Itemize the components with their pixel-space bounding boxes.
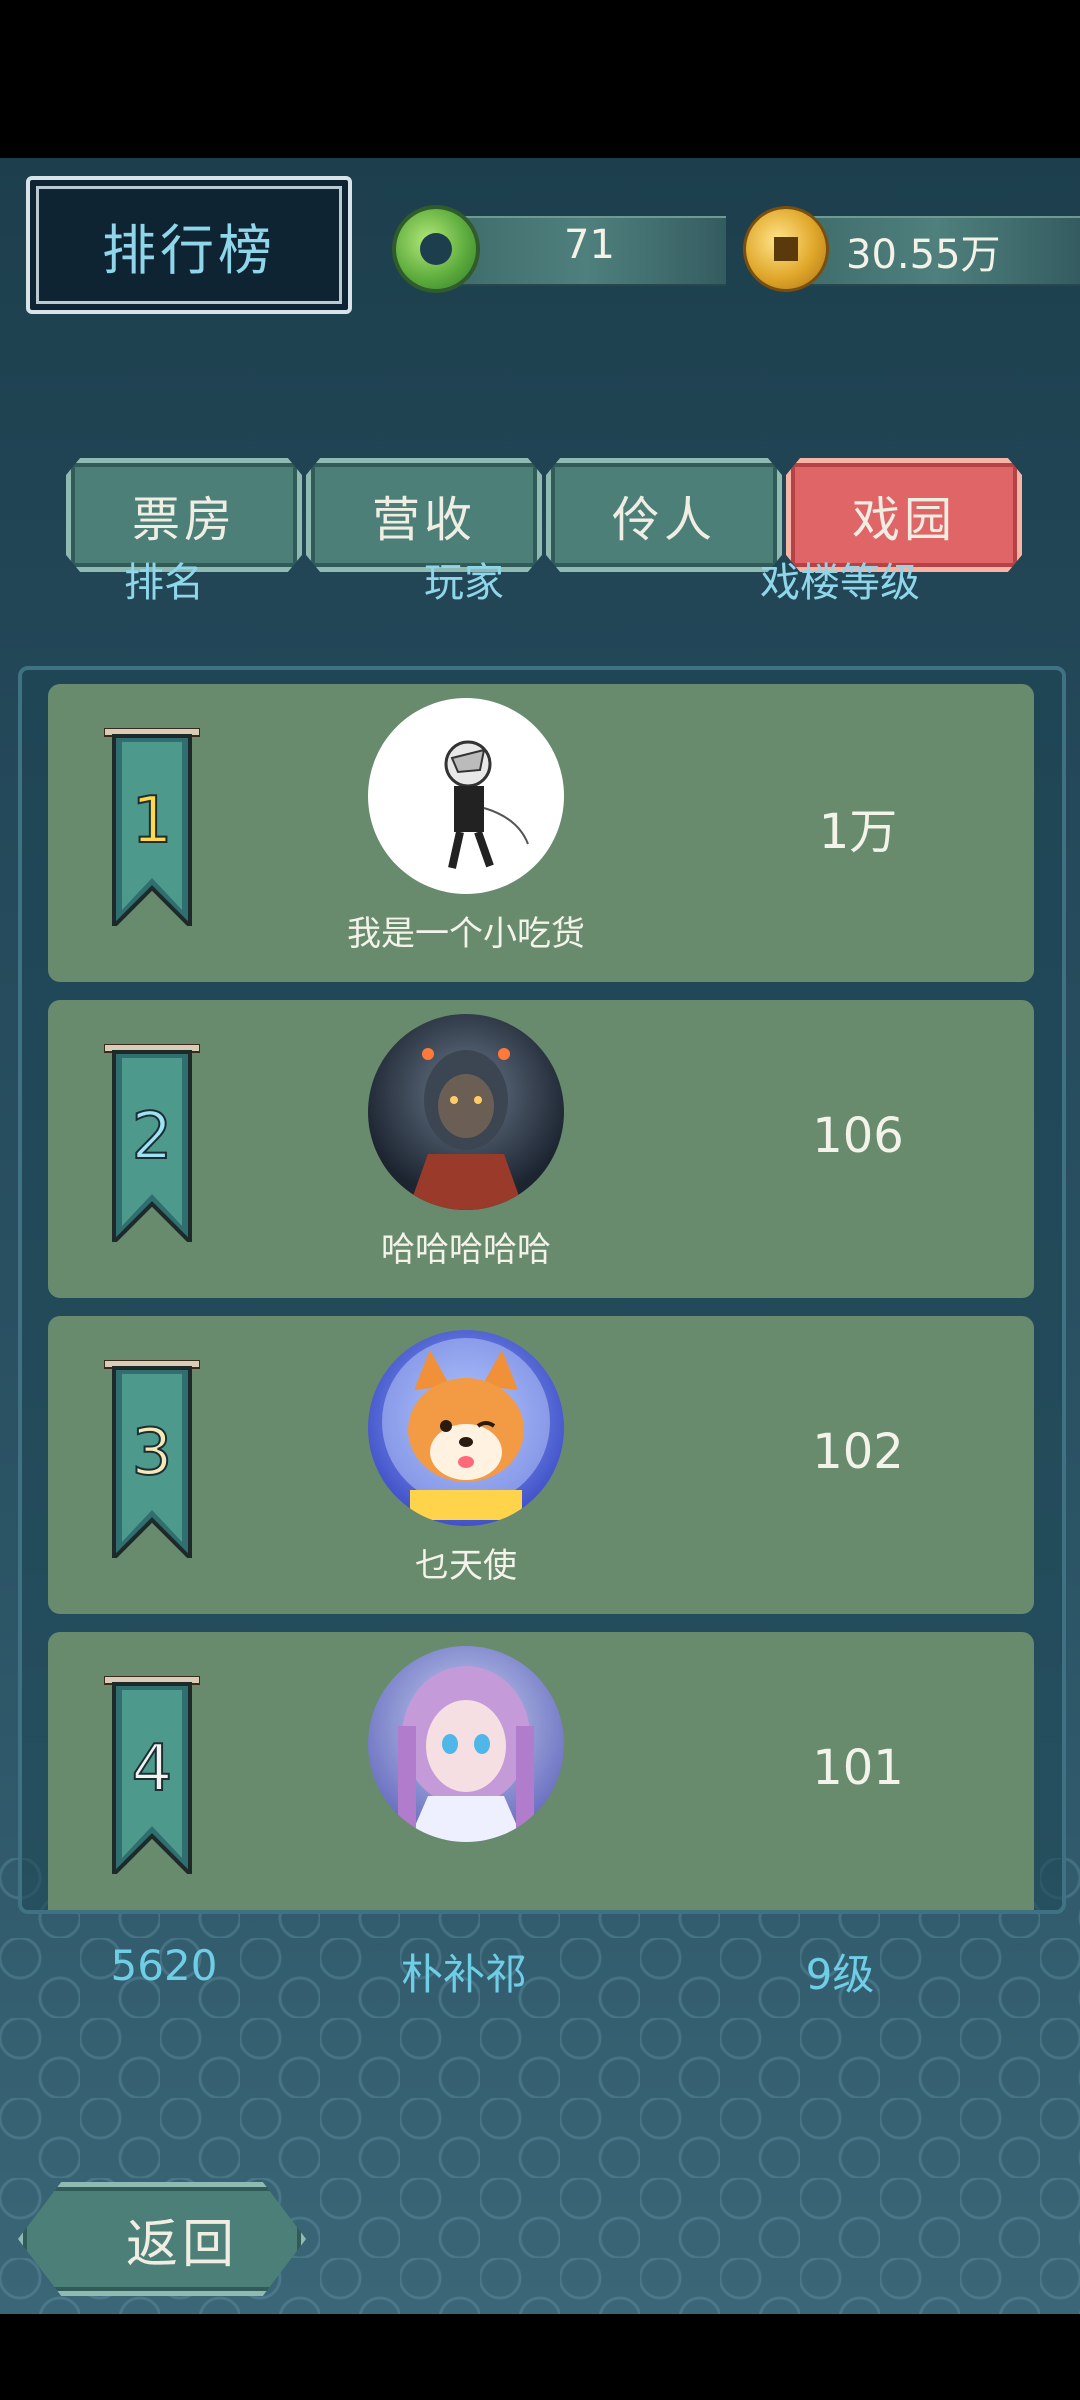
ranking-row-2[interactable]: 2 哈哈哈哈哈 106 <box>48 1000 1034 1298</box>
tab-performers-label: 伶人 <box>611 492 716 548</box>
theater-level: 106 <box>812 1108 904 1164</box>
player-avatar[interactable] <box>368 698 564 894</box>
game-view: 排行榜 71 30.55万 票房 营收 伶人 戏园 排名 玩家 戏楼等级 1 我… <box>0 158 1080 2314</box>
back-button[interactable]: 返回 <box>18 2182 306 2296</box>
back-button-label: 返回 <box>125 2214 238 2275</box>
rank-number: 1 <box>131 783 174 859</box>
my-theater-level: 9级 <box>805 1950 875 1999</box>
player-avatar[interactable] <box>368 1330 564 1526</box>
rank-number: 4 <box>131 1731 174 1807</box>
avatar-shiba-dog <box>382 1338 550 1520</box>
player-name: 我是一个小吃货 <box>347 914 585 954</box>
coin-resource[interactable]: 30.55万 <box>746 206 1080 292</box>
theater-level: 101 <box>812 1740 904 1796</box>
column-header-rank: 排名 <box>124 560 204 606</box>
player-name: 乜天使 <box>415 1546 517 1586</box>
column-header-player: 玩家 <box>424 560 504 606</box>
copper-coin-icon <box>746 209 826 289</box>
ranking-list[interactable]: 1 我是一个小吃货 1万 2 哈哈哈哈哈 106 3 乜天使 102 4 101 <box>18 666 1066 1914</box>
column-header-level: 戏楼等级 <box>760 560 920 606</box>
jade-value: 71 <box>564 222 615 268</box>
ranking-row-3[interactable]: 3 乜天使 102 <box>48 1316 1034 1614</box>
tab-box-office-label: 票房 <box>131 492 236 548</box>
theater-level: 1万 <box>818 804 898 860</box>
ranking-row-4[interactable]: 4 101 <box>48 1632 1034 1910</box>
player-avatar[interactable] <box>368 1646 564 1842</box>
jade-ring-icon <box>396 209 476 289</box>
page-title: 排行榜 <box>102 218 276 282</box>
theater-level: 102 <box>812 1424 904 1480</box>
player-avatar[interactable] <box>368 1014 564 1210</box>
my-rank: 5620 <box>110 1941 218 1990</box>
ranking-row-1[interactable]: 1 我是一个小吃货 1万 <box>48 684 1034 982</box>
jade-resource[interactable]: 71 <box>396 206 726 292</box>
player-name: 哈哈哈哈哈 <box>381 1230 551 1270</box>
tab-revenue-label: 营收 <box>371 492 476 548</box>
avatar-sketch-figure <box>444 740 529 869</box>
screen: 排行榜 71 30.55万 票房 营收 伶人 戏园 排名 玩家 戏楼等级 1 我… <box>0 0 1080 2400</box>
my-name: 朴补祁 <box>400 1950 527 1999</box>
tab-theater-label: 戏园 <box>851 492 956 548</box>
page-title-box: 排行榜 <box>26 176 352 314</box>
coin-value: 30.55万 <box>846 232 1001 278</box>
rank-number: 3 <box>131 1415 174 1491</box>
avatar-armored-figure <box>408 1048 524 1210</box>
rank-number: 2 <box>131 1099 174 1175</box>
avatar-anime-girl <box>398 1666 534 1842</box>
